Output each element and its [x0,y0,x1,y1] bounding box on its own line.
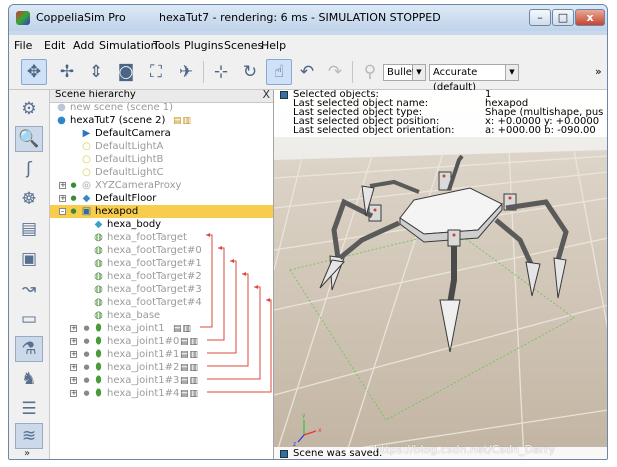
window-status-title: hexaTut7 - rendering: 6 ms - SIMULATION … [159,11,441,24]
minimize-button[interactable]: – [529,9,551,26]
toolbar-separator [352,61,353,83]
object-rotate-icon[interactable]: ↻ [237,59,263,85]
title-bar[interactable]: CoppeliaSim Pro hexaTut7 - rendering: 6 … [9,5,607,31]
dynamics-icon[interactable]: ⚲ [357,59,383,85]
menu-add[interactable]: Add [73,39,94,52]
layer-stack-icon[interactable]: ≋ [15,423,43,449]
accuracy-select[interactable]: Accurate (default) [429,64,506,93]
path-icon[interactable]: ↝ [15,276,43,302]
menu-edit[interactable]: Edit [44,39,65,52]
engine-dropdown-arrow[interactable]: ▼ [413,64,426,81]
expand-toolbar-icon[interactable]: » [24,448,30,459]
click-selection-icon[interactable]: ☝ [266,59,292,85]
menu-file[interactable]: File [14,39,32,52]
scripts-icon[interactable]: ▭ [15,306,43,332]
fit-to-view-icon[interactable]: ⛶ [143,59,169,85]
calculation-modules-icon[interactable]: ʃ [15,156,43,182]
undo-icon[interactable]: ↶ [294,59,320,85]
redo-icon[interactable]: ↷ [322,59,348,85]
scene-render[interactable]: y x z [274,90,608,460]
info-toggle-button[interactable] [280,91,288,99]
camera-rotate-icon[interactable]: ✢ [54,59,80,85]
left-toolbar: ⚙ 🔍 ʃ ☸ ▤ ▣ ↝ ▭ ⚗ ♞ ☰ ≋ » [9,90,50,459]
watermark-text: https://blog.csdn.net/Csdn_Darry [374,443,556,456]
scene-hierarchy-panel: Scene hierarchy X ● new scene (scene 1) … [50,90,274,459]
environment-icon[interactable]: ☸ [15,186,43,212]
camera-shift-icon[interactable]: ⇕ [83,59,109,85]
close-button[interactable]: x [575,9,605,26]
status-message: Scene was saved. [293,448,383,459]
ik-link-lines [200,233,272,393]
accuracy-dropdown-arrow[interactable]: ▼ [506,64,519,81]
main-toolbar: ✥ ✢ ⇕ ◙ ⛶ ✈ ⊹ ↻ ☝ ↶ ↷ ⚲ Bullet ▼ Accurat… [9,55,607,93]
menu-help[interactable]: Help [261,39,286,52]
camera-angle-icon[interactable]: ◙ [113,59,139,85]
status-toggle-button[interactable] [280,450,288,458]
app-title: CoppeliaSim Pro [36,11,126,24]
collections-icon[interactable]: ▣ [15,246,43,272]
scene-hierarchy-icon[interactable]: 🔍 [15,126,43,152]
shape-edit-icon[interactable]: ⚗ [15,336,43,362]
menu-simulation[interactable]: Simulation [99,39,158,52]
toolbar-overflow-icon[interactable]: » [595,65,602,78]
menu-scenes[interactable]: Scenes [224,39,263,52]
menu-bar: File Edit Add Simulation Tools Plugins S… [9,35,607,55]
toolbar-separator [203,61,204,83]
menu-plugins[interactable]: Plugins [184,39,223,52]
svg-text:y: y [302,412,306,419]
menu-tools[interactable]: Tools [153,39,180,52]
fly-icon[interactable]: ✈ [173,59,199,85]
simulation-settings-icon[interactable]: ⚙ [15,96,43,122]
camera-pan-icon[interactable]: ✥ [21,59,47,85]
scene-3d-view[interactable]: y x z Selected objects: 1 Last selected … [274,90,608,460]
model-browser-icon[interactable]: ♞ [15,366,43,392]
selection-info-overlay: Selected objects: 1 Last selected object… [274,90,607,137]
object-shift-icon[interactable]: ⊹ [208,59,234,85]
maximize-button[interactable]: □ [552,9,574,26]
app-logo-icon [16,11,30,25]
layers-icon[interactable]: ▤ [15,216,43,242]
object-list-icon[interactable]: ☰ [15,396,43,422]
main-window: CoppeliaSim Pro hexaTut7 - rendering: 6 … [8,4,608,460]
svg-text:x: x [318,427,322,434]
engine-select[interactable]: Bullet [383,64,416,81]
